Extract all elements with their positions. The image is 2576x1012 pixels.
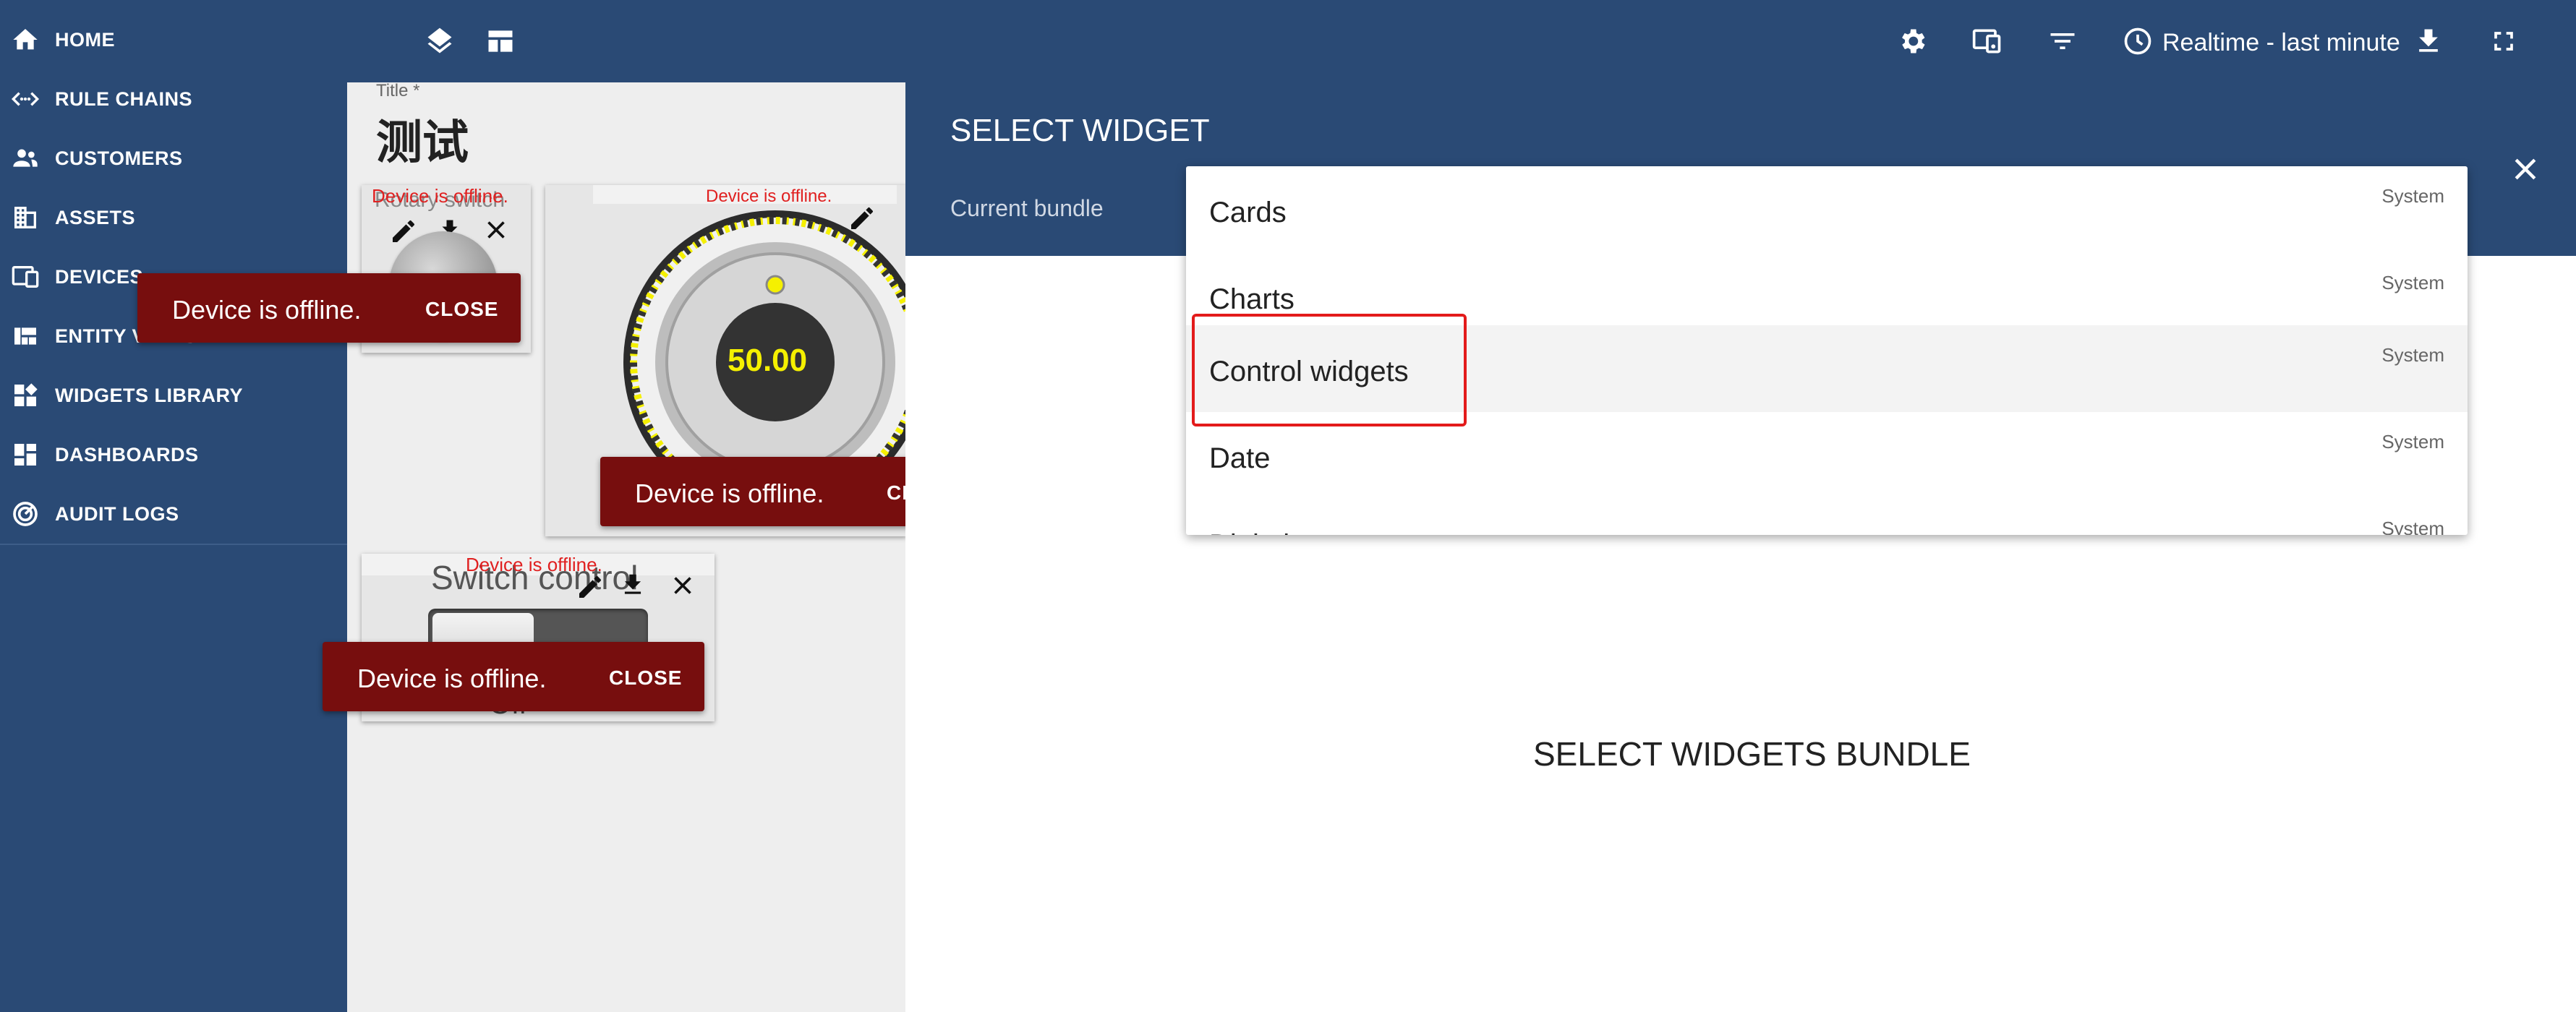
dashboard-icon: [9, 438, 42, 471]
bundle-option-tag: System: [2381, 518, 2444, 535]
sidebar-divider: [0, 544, 347, 545]
sidebar-item-assets[interactable]: ASSETS: [0, 188, 347, 247]
people-icon: [9, 142, 42, 175]
sidebar-item-label: HOME: [55, 28, 115, 51]
devices-icon: [9, 260, 42, 293]
filter-icon[interactable]: [2044, 22, 2081, 60]
code-arrows-icon: [9, 82, 42, 116]
home-icon: [9, 23, 42, 56]
bundle-option-name: Charts: [1209, 283, 1295, 315]
bundle-option-name: Digital gauges: [1209, 529, 1393, 535]
offline-text: Device is offline.: [372, 185, 508, 207]
sidebar: HOME RULE CHAINS CUSTOMERS ASSETS DEVICE…: [0, 0, 347, 1012]
offline-toast: Device is offline. CLOSE: [323, 642, 704, 711]
panel-title: SELECT WIDGET: [950, 113, 1210, 148]
bundle-option-name: Date: [1209, 442, 1271, 474]
download-icon[interactable]: [619, 571, 647, 602]
bundle-option[interactable]: Digital gauges System: [1186, 499, 2468, 535]
sidebar-item-customers[interactable]: CUSTOMERS: [0, 129, 347, 188]
download-icon[interactable]: [2410, 22, 2447, 60]
clock-icon[interactable]: [2119, 22, 2157, 60]
bundle-option[interactable]: Cards System: [1186, 166, 2468, 253]
fullscreen-icon[interactable]: [2485, 22, 2522, 60]
realtime-label[interactable]: Realtime - last minute: [2162, 29, 2400, 57]
sidebar-item-home[interactable]: HOME: [0, 10, 347, 69]
track-changes-icon: [9, 497, 42, 531]
sidebar-item-audit-logs[interactable]: AUDIT LOGS: [0, 484, 347, 544]
settings-icon[interactable]: [1893, 22, 1931, 60]
bundle-option-tag: System: [2381, 344, 2444, 366]
widgets-icon: [9, 379, 42, 412]
offline-toast: Device is offline. CLOSE: [137, 273, 521, 343]
edit-icon[interactable]: [576, 573, 605, 605]
view-quilt-icon: [9, 320, 42, 353]
bundle-option-tag: System: [2381, 272, 2444, 293]
sidebar-item-label: ASSETS: [55, 206, 136, 228]
sidebar-item-rule-chains[interactable]: RULE CHAINS: [0, 69, 347, 129]
sidebar-item-widgets-library[interactable]: WIDGETS LIBRARY: [0, 366, 347, 425]
building-icon: [9, 201, 42, 234]
current-bundle-label: Current bundle: [950, 195, 1104, 221]
knob-value: 50.00: [728, 343, 808, 378]
empty-bundle-message: SELECT WIDGETS BUNDLE: [1533, 735, 1971, 773]
close-icon[interactable]: [483, 217, 509, 246]
sidebar-item-label: DASHBOARDS: [55, 443, 199, 466]
devices-icon[interactable]: [1969, 22, 2006, 60]
layout-icon[interactable]: [482, 22, 519, 60]
sidebar-item-label: RULE CHAINS: [55, 87, 193, 110]
toast-message: Device is offline.: [635, 479, 824, 508]
sidebar-item-dashboards[interactable]: DASHBOARDS: [0, 425, 347, 484]
title-field-value[interactable]: 测试: [376, 106, 469, 172]
toast-message: Device is offline.: [357, 664, 547, 693]
bundle-option-tag: System: [2381, 431, 2444, 453]
bundle-option-tag: System: [2381, 185, 2444, 207]
toast-close-button[interactable]: CLOSE: [609, 666, 682, 690]
toast-message: Device is offline.: [172, 295, 362, 325]
title-field-label: Title *: [376, 81, 420, 100]
highlight-box: [1192, 314, 1467, 426]
sidebar-item-label: WIDGETS LIBRARY: [55, 384, 243, 406]
top-toolbar: Realtime - last minute: [347, 0, 2576, 82]
sidebar-item-label: AUDIT LOGS: [55, 502, 179, 525]
bundle-option-name: Cards: [1209, 197, 1287, 228]
close-icon[interactable]: [2509, 153, 2541, 189]
toast-close-button[interactable]: CLOSE: [425, 298, 498, 321]
layers-icon[interactable]: [421, 22, 459, 60]
sidebar-item-label: CUSTOMERS: [55, 147, 183, 169]
sidebar-item-label: DEVICES: [55, 265, 144, 288]
close-icon[interactable]: [670, 573, 696, 602]
offline-text: Device is offline.: [706, 186, 832, 206]
